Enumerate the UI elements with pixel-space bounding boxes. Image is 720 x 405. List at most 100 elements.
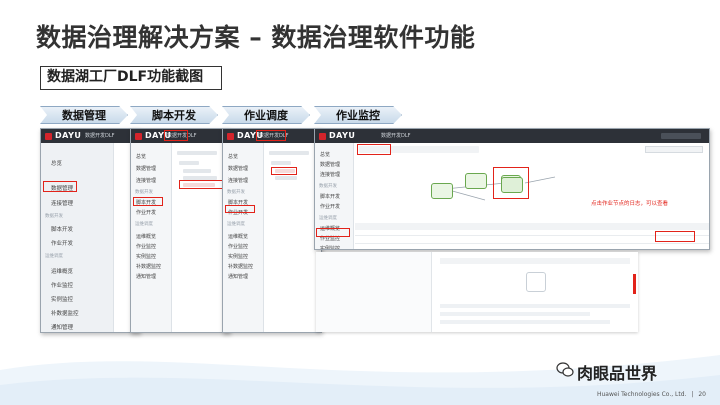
table-row — [355, 243, 709, 244]
sidebar: 总览 数据管理 连接管理 数据开发 脚本开发 作业开发 运维调度 运维概览 作业… — [131, 143, 172, 332]
nav-section-dev: 数据开发 — [45, 214, 63, 219]
sidebar: 总览 数据管理 连接管理 数据开发 脚本开发 作业开发 运维调度 运维概览 作业… — [41, 143, 114, 332]
highlight-job-file — [271, 167, 297, 175]
nav-data-management[interactable]: 数据管理 — [136, 165, 156, 172]
nav-section-ops: 运维调度 — [319, 216, 337, 221]
nav-script-dev[interactable]: 脚本开发 — [51, 225, 73, 233]
highlight-script-file — [179, 180, 223, 189]
tree-row — [179, 161, 199, 165]
highlight-project — [164, 130, 188, 141]
logo-text: DAYU — [55, 131, 82, 140]
empty-state-icon — [526, 272, 546, 292]
logo-icon — [135, 133, 142, 140]
copyright: Huawei Technologies Co., Ltd. — [596, 391, 687, 398]
nav-connection[interactable]: 连接管理 — [320, 171, 340, 178]
screenshot-job-scheduling: DAYU 数据开发DLF 总览 数据管理 连接管理 数据开发 脚本开发 作业开发… — [222, 128, 322, 333]
sidebar: 总览 数据管理 连接管理 数据开发 脚本开发 作业开发 运维调度 运维概览 作业… — [223, 143, 264, 332]
nav-backfill-monitor[interactable]: 补数据监控 — [51, 309, 79, 317]
wechat-icon — [556, 362, 574, 377]
nav-ops-overview[interactable]: 运维概览 — [51, 267, 73, 275]
nav-ops-overview[interactable]: 运维概览 — [228, 233, 248, 240]
highlight-toolbar — [357, 144, 391, 155]
tree-search[interactable] — [269, 151, 309, 155]
screenshot-job-monitoring: DAYU 数据开发DLF 总览 数据管理 连接管理 数据开发 脚本开发 作业开发… — [314, 128, 710, 250]
page-number: 20 — [698, 391, 706, 398]
nav-connection[interactable]: 连接管理 — [136, 177, 156, 184]
nav-instance-monitor[interactable]: 实例监控 — [320, 245, 340, 249]
tree-row — [183, 169, 211, 173]
screenshot-data-management: DAYU 数据开发DLF 总览 数据管理 连接管理 数据开发 脚本开发 作业开发… — [40, 128, 140, 333]
highlight-job-dev — [225, 205, 255, 213]
scrollbar[interactable] — [633, 274, 636, 294]
log-line — [440, 320, 610, 324]
top-bar: DAYU 数据开发DLF — [315, 129, 709, 143]
log-list — [316, 252, 432, 332]
logo-icon — [45, 133, 52, 140]
nav-instance-monitor[interactable]: 实例监控 — [228, 253, 248, 260]
log-panel — [316, 252, 638, 332]
watermark-text: 肉眼品世界 — [577, 364, 658, 383]
nav-instance-monitor[interactable]: 实例监控 — [136, 253, 156, 260]
nav-job-dev[interactable]: 作业开发 — [51, 239, 73, 247]
project-name: 数据开发DLF — [85, 133, 115, 139]
log-line — [440, 304, 630, 308]
tree-search[interactable] — [177, 151, 217, 155]
step-job-monitoring: 作业监控 — [314, 106, 402, 124]
nav-overview[interactable]: 总览 — [228, 153, 238, 160]
nav-section-dev: 数据开发 — [227, 190, 245, 195]
screenshot-script-development: DAYU 数据开发DLF 总览 数据管理 连接管理 数据开发 脚本开发 作业开发… — [130, 128, 230, 333]
nav-job-dev[interactable]: 作业开发 — [136, 209, 156, 216]
nav-section-dev: 数据开发 — [319, 184, 337, 189]
nav-notification[interactable]: 通知管理 — [51, 323, 73, 331]
nav-data-management[interactable]: 数据管理 — [320, 161, 340, 168]
step-data-management: 数据管理 — [40, 106, 128, 124]
highlight-script-dev — [133, 197, 163, 206]
top-toolbar-icons[interactable] — [661, 133, 701, 139]
nav-section-ops: 运维调度 — [227, 222, 245, 227]
nav-connection[interactable]: 连接管理 — [51, 199, 73, 207]
highlight-job-monitor — [316, 228, 350, 237]
separator: | — [691, 391, 694, 398]
slide-title: 数据治理解决方案 – 数据治理软件功能 — [36, 23, 476, 52]
top-bar: DAYU 数据开发DLF — [41, 129, 139, 143]
nav-section-ops: 运维调度 — [135, 222, 153, 227]
nav-overview[interactable]: 总览 — [51, 159, 62, 167]
highlight-project — [256, 130, 286, 141]
logo-text: DAYU — [329, 131, 356, 140]
dag-node[interactable] — [465, 173, 487, 189]
nav-notification[interactable]: 通知管理 — [228, 273, 248, 280]
filter-select[interactable] — [645, 146, 703, 153]
nav-connection[interactable]: 连接管理 — [228, 177, 248, 184]
log-header — [440, 258, 630, 264]
nav-notification[interactable]: 通知管理 — [136, 273, 156, 280]
nav-section-dev: 数据开发 — [135, 190, 153, 195]
step-script-development: 脚本开发 — [130, 106, 218, 124]
nav-job-monitor[interactable]: 作业监控 — [228, 243, 248, 250]
nav-data-management[interactable]: 数据管理 — [228, 165, 248, 172]
nav-job-monitor[interactable]: 作业监控 — [136, 243, 156, 250]
nav-instance-monitor[interactable]: 实例监控 — [51, 295, 73, 303]
logo-icon — [319, 133, 326, 140]
table-header — [355, 223, 709, 230]
nav-job-monitor[interactable]: 作业监控 — [51, 281, 73, 289]
tree-row — [275, 176, 297, 180]
nav-job-dev[interactable]: 作业开发 — [320, 203, 340, 210]
log-line — [440, 312, 590, 316]
nav-backfill-monitor[interactable]: 补数据监控 — [228, 263, 253, 270]
project-name: 数据开发DLF — [381, 133, 411, 139]
nav-section-ops: 运维调度 — [45, 254, 63, 259]
tree-row — [271, 161, 291, 165]
highlight-dag-node — [493, 167, 529, 199]
highlight-log-link — [655, 231, 695, 242]
nav-script-dev[interactable]: 脚本开发 — [320, 193, 340, 200]
logo-icon — [227, 133, 234, 140]
footer: Huawei Technologies Co., Ltd. | 20 — [597, 391, 706, 398]
nav-overview[interactable]: 总览 — [136, 153, 146, 160]
subtitle-box: 数据湖工厂DLF功能截图 — [40, 66, 222, 90]
nav-backfill-monitor[interactable]: 补数据监控 — [136, 263, 161, 270]
annotation-text: 点击作业节点的日志，可以查看 — [591, 201, 669, 207]
dag-node[interactable] — [431, 183, 453, 199]
nav-ops-overview[interactable]: 运维概览 — [136, 233, 156, 240]
nav-overview[interactable]: 总览 — [320, 151, 330, 158]
highlight-data-management — [43, 181, 77, 192]
